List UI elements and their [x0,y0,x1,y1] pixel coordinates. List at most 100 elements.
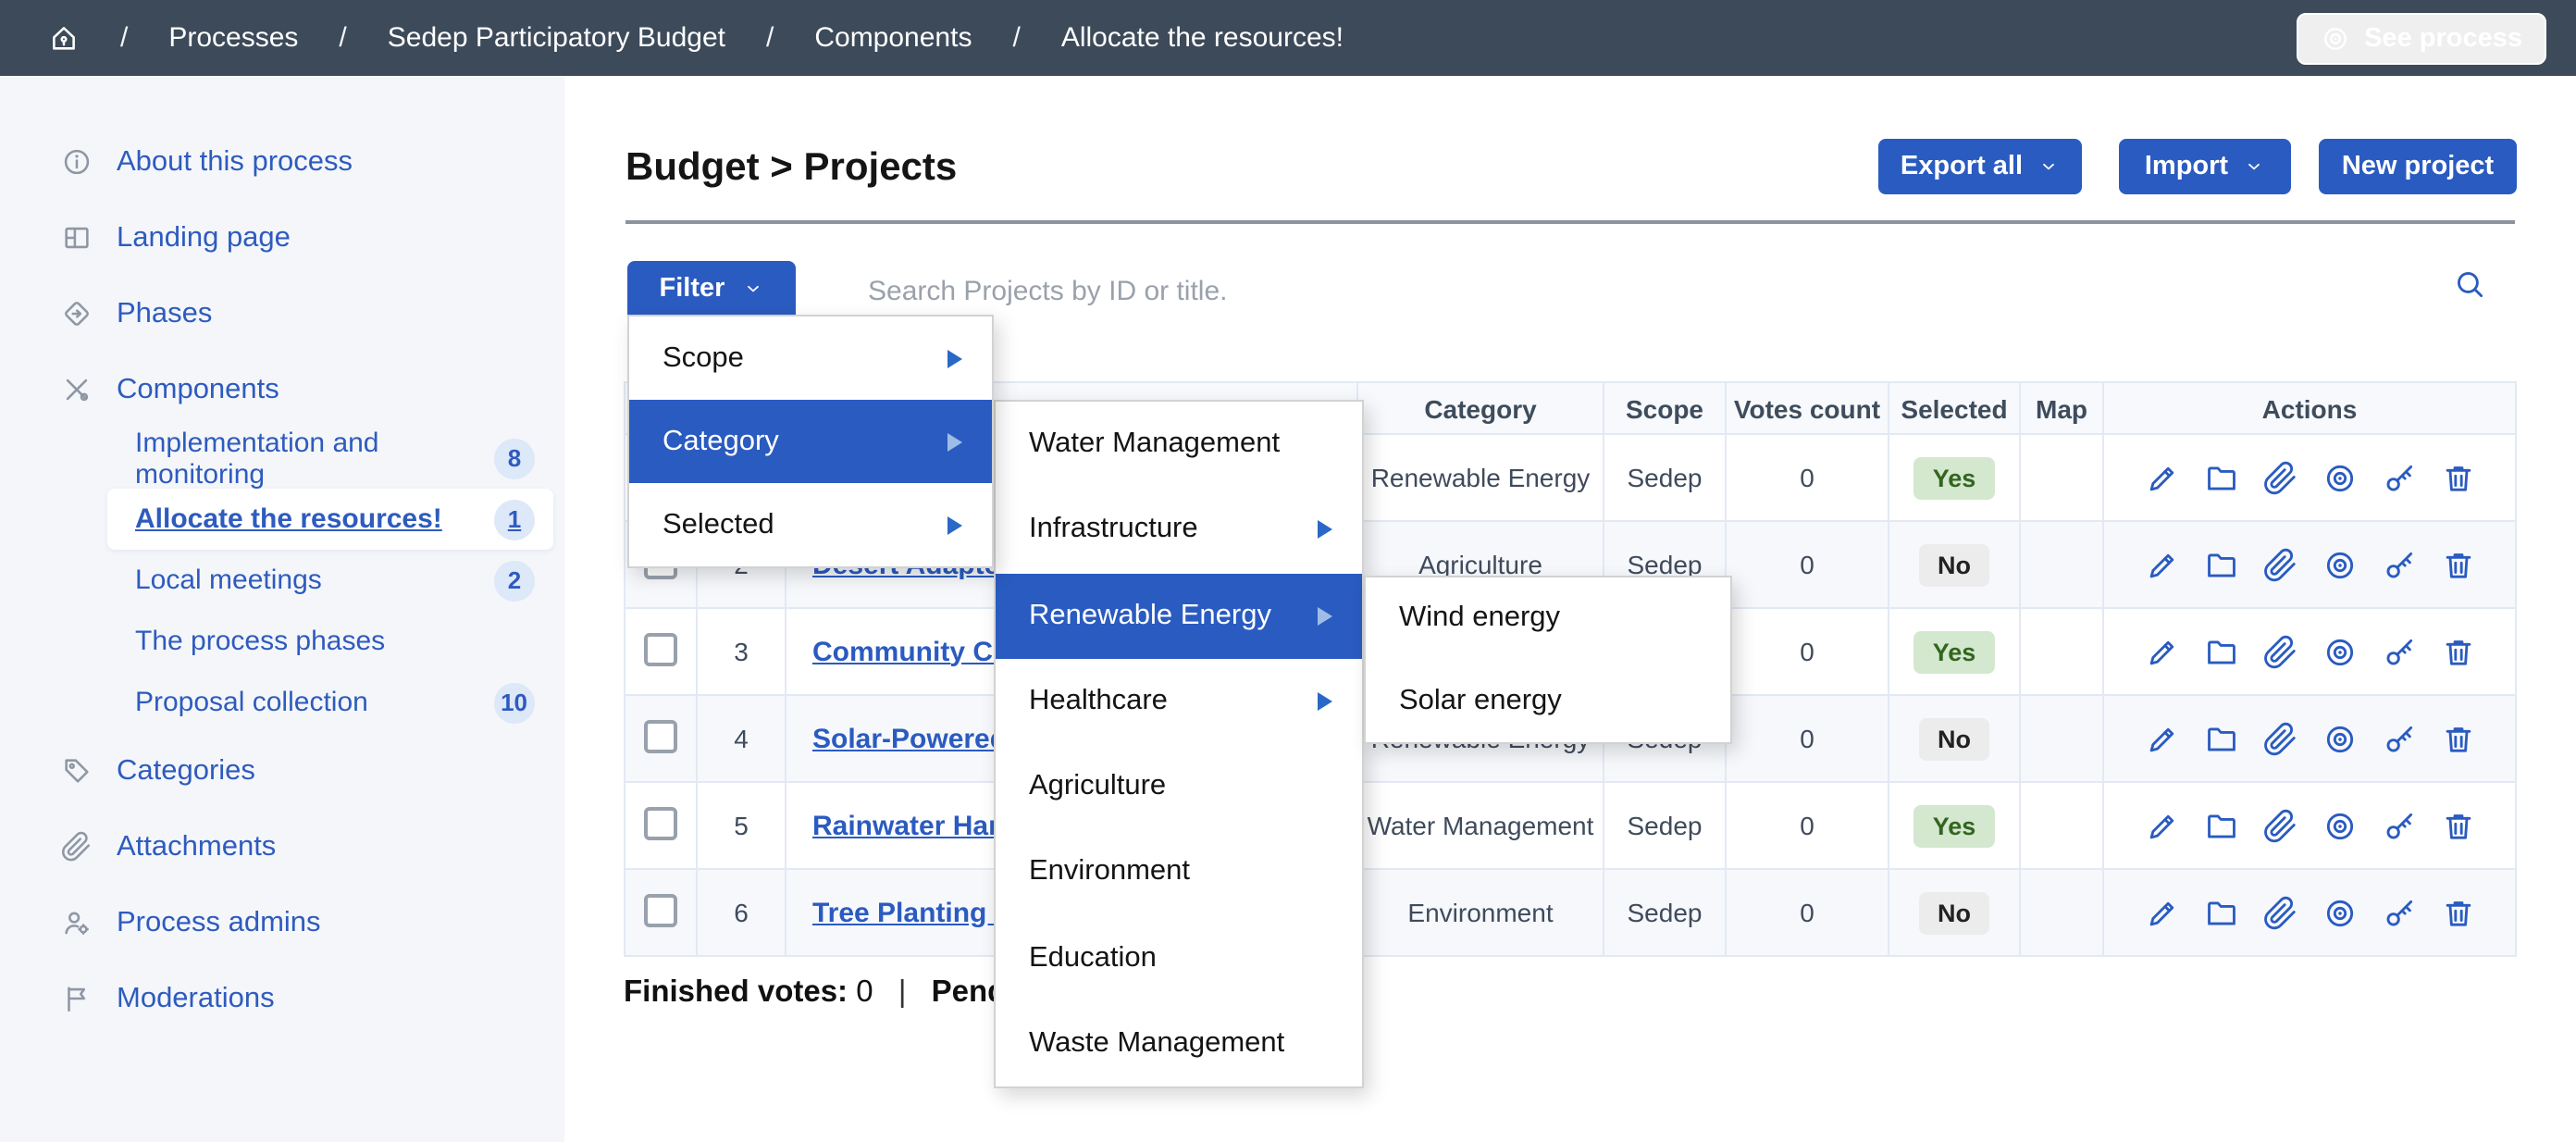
submenu-arrow-icon [947,349,962,367]
info-icon [61,146,93,178]
sidebar-item-process-phases[interactable]: The process phases [107,611,553,672]
trash-icon[interactable] [2440,808,2475,843]
breadcrumb-process-name[interactable]: Sedep Participatory Budget [388,22,725,54]
project-map [2020,521,2103,608]
sidebar-item-categories[interactable]: Categories [0,733,564,809]
project-map [2020,695,2103,782]
folder-icon[interactable] [2203,895,2238,930]
pencil-icon[interactable] [2144,721,2179,756]
category-item-agriculture[interactable]: Agriculture [996,744,1362,830]
category-item-renewable-energy[interactable]: Renewable Energy [996,573,1362,659]
sidebar-item-proposal-collection[interactable]: Proposal collection 10 [107,672,553,733]
finished-votes-label: Finished votes: [624,975,848,1009]
sidebar-item-label: Categories [117,754,255,788]
key-icon[interactable] [2381,721,2416,756]
menu-item-label: Solar energy [1399,685,1562,718]
key-icon[interactable] [2381,460,2416,495]
menu-item-label: Renewable Energy [1029,599,1271,632]
home-icon[interactable] [48,22,80,54]
folder-icon[interactable] [2203,460,2238,495]
breadcrumb-separator: / [339,22,346,54]
sidebar-item-landing-page[interactable]: Landing page [0,200,564,276]
trash-icon[interactable] [2440,547,2475,582]
paperclip-icon[interactable] [2262,547,2297,582]
key-icon[interactable] [2381,808,2416,843]
project-id: 6 [697,869,786,956]
sidebar-item-local-meetings[interactable]: Local meetings 2 [107,550,553,611]
pencil-icon[interactable] [2144,460,2179,495]
search-input[interactable] [864,268,2019,313]
search-icon[interactable] [2452,267,2487,302]
filter-menu-item-scope[interactable]: Scope [629,317,992,400]
preview-icon[interactable] [2322,634,2357,669]
pencil-icon[interactable] [2144,634,2179,669]
breadcrumb-processes[interactable]: Processes [168,22,298,54]
trash-icon[interactable] [2440,460,2475,495]
row-checkbox[interactable] [644,893,677,926]
see-process-button[interactable]: See process [2296,12,2546,64]
breadcrumb-components[interactable]: Components [814,22,972,54]
pencil-icon[interactable] [2144,895,2179,930]
table-row: 6 Tree Planting fo Environment Sedep 0 N… [625,869,2516,956]
category-item-education[interactable]: Education [996,915,1362,1001]
key-icon[interactable] [2381,634,2416,669]
export-all-button[interactable]: Export all [1878,139,2082,194]
breadcrumb: / Processes / Sedep Participatory Budget… [48,22,1344,54]
preview-icon[interactable] [2322,808,2357,843]
row-checkbox[interactable] [644,719,677,752]
selected-badge: No [1919,891,1989,934]
project-title-link[interactable]: Tree Planting fo [812,897,1021,928]
category-item-environment[interactable]: Environment [996,830,1362,916]
sidebar-item-label: Phases [117,297,212,330]
filter-menu-item-selected[interactable]: Selected [629,483,992,566]
preview-icon[interactable] [2322,895,2357,930]
project-category: Renewable Energy [1357,434,1604,521]
sidebar-subitem-label: Implementation and monitoring [135,427,494,490]
filter-button[interactable]: Filter [627,261,796,315]
paperclip-icon[interactable] [2262,460,2297,495]
pencil-icon[interactable] [2144,808,2179,843]
sidebar-item-allocate-resources[interactable]: Allocate the resources! 1 [107,489,553,550]
sidebar-item-attachments[interactable]: Attachments [0,809,564,885]
subcategory-item-solar-energy[interactable]: Solar energy [1366,660,1730,742]
trash-icon[interactable] [2440,634,2475,669]
preview-icon[interactable] [2322,547,2357,582]
folder-icon[interactable] [2203,634,2238,669]
trash-icon[interactable] [2440,721,2475,756]
folder-icon[interactable] [2203,547,2238,582]
breadcrumb-current-component[interactable]: Allocate the resources! [1061,22,1344,54]
sidebar-item-moderations[interactable]: Moderations [0,961,564,1036]
project-title-link[interactable]: Rainwater Harv [812,810,1014,841]
key-icon[interactable] [2381,547,2416,582]
sidebar-item-about[interactable]: About this process [0,124,564,200]
menu-item-label: Infrastructure [1029,514,1198,547]
paperclip-icon[interactable] [2262,721,2297,756]
sidebar-item-process-admins[interactable]: Process admins [0,885,564,961]
category-item-infrastructure[interactable]: Infrastructure [996,488,1362,574]
project-votes-count: 0 [1726,608,1889,695]
folder-icon[interactable] [2203,808,2238,843]
trash-icon[interactable] [2440,895,2475,930]
category-item-healthcare[interactable]: Healthcare [996,659,1362,745]
category-item-water-management[interactable]: Water Management [996,402,1362,488]
new-project-button[interactable]: New project [2319,139,2517,194]
row-checkbox[interactable] [644,806,677,839]
filter-menu-item-category[interactable]: Category [629,400,992,483]
paperclip-icon[interactable] [2262,895,2297,930]
paperclip-icon[interactable] [2262,634,2297,669]
subcategory-item-wind-energy[interactable]: Wind energy [1366,577,1730,660]
sidebar-item-phases[interactable]: Phases [0,276,564,352]
project-id: 4 [697,695,786,782]
category-item-waste-management[interactable]: Waste Management [996,1001,1362,1087]
sidebar-item-components[interactable]: Components [0,352,564,428]
pencil-icon[interactable] [2144,547,2179,582]
sidebar-item-implementation-monitoring[interactable]: Implementation and monitoring 8 [107,428,553,489]
folder-icon[interactable] [2203,721,2238,756]
preview-icon[interactable] [2322,721,2357,756]
row-checkbox[interactable] [644,632,677,665]
preview-icon[interactable] [2322,460,2357,495]
layout-icon [61,222,93,254]
key-icon[interactable] [2381,895,2416,930]
paperclip-icon[interactable] [2262,808,2297,843]
import-button[interactable]: Import [2119,139,2291,194]
